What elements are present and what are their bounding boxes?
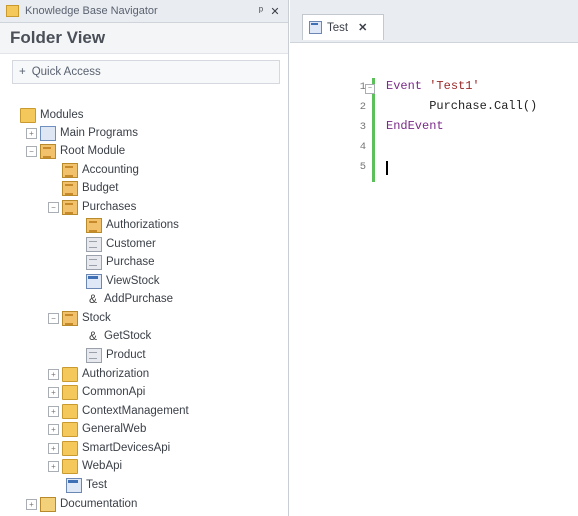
procedure-icon: & xyxy=(88,328,97,343)
editor-tab-strip: Test ✕ xyxy=(290,0,578,43)
tree-item-documentation[interactable]: + Documentation xyxy=(26,495,137,513)
tree-item-modules[interactable]: Modules xyxy=(20,106,83,124)
pin-icon[interactable]: ᵖ xyxy=(254,5,268,17)
tab-label: Test xyxy=(327,21,349,34)
tree-item-customer[interactable]: Customer xyxy=(86,235,156,253)
tree-item-generalweb[interactable]: + GeneralWeb xyxy=(48,420,146,438)
module-icon xyxy=(62,199,78,215)
close-tab-icon[interactable]: ✕ xyxy=(358,21,367,34)
tree-item-authorization[interactable]: + Authorization xyxy=(48,365,149,383)
procedure-icon: & xyxy=(88,291,97,306)
line-number: 1 xyxy=(359,81,366,93)
tab-test[interactable]: Test ✕ xyxy=(302,14,384,40)
expand-icon[interactable]: + xyxy=(48,460,59,472)
tree-item-getstock[interactable]: & GetStock xyxy=(86,327,151,345)
module-icon xyxy=(86,217,102,233)
transaction-icon xyxy=(86,236,102,252)
tree-item-main-programs[interactable]: + Main Programs xyxy=(26,124,138,142)
tree-item-budget[interactable]: Budget xyxy=(62,179,118,197)
folder-icon xyxy=(62,384,78,400)
folder-icon xyxy=(62,421,78,437)
web-panel-icon xyxy=(86,273,102,289)
navigator-title: Knowledge Base Navigator xyxy=(25,5,158,17)
tree-item-purchase[interactable]: Purchase xyxy=(86,253,155,271)
tree-item-smartdevicesapi[interactable]: + SmartDevicesApi xyxy=(48,439,170,457)
tree-item-purchases[interactable]: − Purchases xyxy=(48,198,136,216)
expand-icon[interactable]: + xyxy=(26,127,37,139)
expand-icon[interactable]: + xyxy=(48,442,59,454)
tree-item-stock[interactable]: − Stock xyxy=(48,309,111,327)
code-line[interactable]: EndEvent xyxy=(386,119,444,133)
tree-item-contextmanagement[interactable]: + ContextManagement xyxy=(48,402,189,420)
close-icon[interactable]: ✕ xyxy=(268,5,282,18)
quick-access-bar[interactable]: + Quick Access xyxy=(12,60,280,84)
transaction-icon xyxy=(86,254,102,270)
expand-icon[interactable]: + xyxy=(19,66,26,78)
knowledge-base-navigator-panel: Knowledge Base Navigator ᵖ ✕ Folder View… xyxy=(0,0,289,516)
folder-view-heading: Folder View xyxy=(0,23,288,54)
quick-access-label: Quick Access xyxy=(31,66,101,78)
code-line[interactable]: Purchase.Call() xyxy=(386,99,537,113)
folder-icon xyxy=(62,366,78,382)
tree-item-viewstock[interactable]: ViewStock xyxy=(86,272,159,290)
module-icon xyxy=(40,143,56,159)
fold-toggle-icon[interactable]: − xyxy=(365,84,375,94)
navigator-icon xyxy=(6,5,19,17)
expand-icon[interactable]: + xyxy=(48,368,59,380)
tree-item-authorizations[interactable]: Authorizations xyxy=(86,216,179,234)
line-number: 5 xyxy=(359,161,366,173)
collapse-icon[interactable]: − xyxy=(48,312,59,324)
web-panel-icon xyxy=(66,477,82,493)
collapse-icon[interactable]: − xyxy=(48,201,59,213)
collapse-icon[interactable]: − xyxy=(26,145,37,157)
text-cursor xyxy=(386,161,388,175)
tree-item-accounting[interactable]: Accounting xyxy=(62,161,139,179)
tree-item-addpurchase[interactable]: & AddPurchase xyxy=(86,290,173,308)
expand-icon[interactable]: + xyxy=(26,498,37,510)
line-number: 3 xyxy=(359,121,366,133)
folder-icon xyxy=(62,458,78,474)
documentation-icon xyxy=(40,496,56,512)
line-number: 4 xyxy=(359,141,366,153)
folder-icon xyxy=(62,440,78,456)
transaction-icon xyxy=(86,347,102,363)
main-programs-icon xyxy=(40,125,56,141)
code-editor[interactable]: 1 − Event 'Test1' 2 Purchase.Call() 3 En… xyxy=(290,43,578,516)
module-icon xyxy=(62,180,78,196)
code-line[interactable]: Event 'Test1' xyxy=(386,79,480,93)
expand-icon[interactable]: + xyxy=(48,405,59,417)
modules-icon xyxy=(20,107,36,123)
tree-item-commonapi[interactable]: + CommonApi xyxy=(48,383,145,401)
tree-item-webapi[interactable]: + WebApi xyxy=(48,457,122,475)
editor-area: Test ✕ 1 − Event 'Test1' 2 Purchase.Call… xyxy=(290,0,578,516)
web-panel-icon xyxy=(309,21,322,34)
tree-item-root-module[interactable]: − Root Module xyxy=(26,142,125,160)
expand-icon[interactable]: + xyxy=(48,423,59,435)
module-icon xyxy=(62,310,78,326)
module-icon xyxy=(62,162,78,178)
navigator-titlebar: Knowledge Base Navigator ᵖ ✕ xyxy=(0,0,288,23)
tree-item-test[interactable]: Test xyxy=(66,476,107,494)
expand-icon[interactable]: + xyxy=(48,386,59,398)
line-number: 2 xyxy=(359,101,366,113)
folder-icon xyxy=(62,403,78,419)
tree-item-product[interactable]: Product xyxy=(86,346,146,364)
